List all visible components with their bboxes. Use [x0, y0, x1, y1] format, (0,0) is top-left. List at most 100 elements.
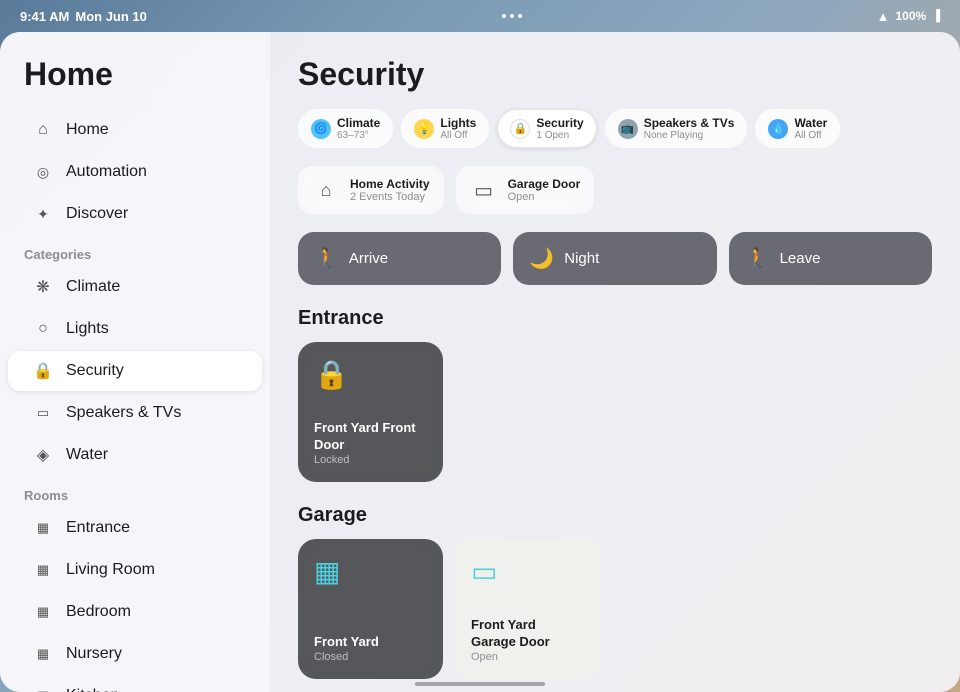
sidebar-nav-automation[interactable]: ◎ Automation: [8, 152, 262, 192]
sidebar-nav-home[interactable]: ⌂ Home: [8, 110, 262, 150]
sidebar-entrance-label: Entrance: [66, 519, 130, 537]
sidebar-speakers-label: Speakers & TVs: [66, 404, 181, 422]
garage-door-status: Open: [508, 191, 581, 203]
tab-lights[interactable]: 💡 Lights All Off: [401, 109, 489, 148]
wifi-icon: ▲: [877, 9, 890, 24]
bedroom-icon: ▦: [32, 601, 54, 623]
sidebar-nav-home-label: Home: [66, 121, 109, 139]
page-title: Security: [298, 56, 932, 93]
tab-climate-text: Climate 63–73°: [337, 116, 380, 141]
sidebar-item-speakers[interactable]: ▭ Speakers & TVs: [8, 393, 262, 433]
night-label: Night: [564, 250, 599, 267]
app-container: Home ⌂ Home ◎ Automation ✦ Discover Cate…: [0, 32, 960, 692]
sidebar: Home ⌂ Home ◎ Automation ✦ Discover Cate…: [0, 32, 270, 692]
tab-security[interactable]: 🔒 Security 1 Open: [497, 109, 596, 148]
home-indicator: [415, 682, 545, 686]
battery-icon: ▐: [932, 10, 940, 22]
garage-door-info: Front Yard Garage Door Open: [471, 617, 584, 663]
discover-icon: ✦: [32, 203, 54, 225]
sidebar-item-living-room[interactable]: ▦ Living Room: [8, 550, 262, 590]
garage-section-header: Garage: [298, 504, 932, 527]
main-content: Security 🌀 Climate 63–73° 💡 Lights All O…: [270, 32, 960, 692]
front-yard-front-door-card[interactable]: 🔒 Front Yard Front Door Locked: [298, 342, 443, 482]
sidebar-nav-automation-label: Automation: [66, 163, 147, 181]
front-door-info: Front Yard Front Door Locked: [314, 420, 427, 466]
garage-devices-grid: ▦ Front Yard Closed ▭ Front Yard Garage …: [298, 539, 932, 679]
tab-security-name: Security: [536, 116, 583, 130]
lights-icon: ○: [32, 318, 54, 340]
home-icon: ⌂: [32, 119, 54, 141]
sidebar-item-lights[interactable]: ○ Lights: [8, 309, 262, 349]
leave-icon: 🚶: [745, 246, 770, 271]
sidebar-item-climate[interactable]: ❋ Climate: [8, 267, 262, 307]
arrive-icon: 🚶: [314, 246, 339, 271]
tab-climate-name: Climate: [337, 116, 380, 130]
status-date: Mon Jun 10: [75, 9, 147, 24]
sidebar-lights-label: Lights: [66, 320, 109, 338]
garage-door-title: Garage Door: [508, 177, 581, 191]
tab-lights-icon: 💡: [414, 119, 434, 139]
nursery-icon: ▦: [32, 643, 54, 665]
home-activity-title: Home Activity: [350, 177, 430, 191]
tab-climate-status: 63–73°: [337, 130, 380, 141]
tab-lights-status: All Off: [440, 130, 476, 141]
sidebar-living-room-label: Living Room: [66, 561, 155, 579]
tab-speakers-name: Speakers & TVs: [644, 116, 735, 130]
home-activity-card[interactable]: ⌂ Home Activity 2 Events Today: [298, 166, 444, 214]
tab-speakers-text: Speakers & TVs None Playing: [644, 116, 735, 141]
home-activity-subtitle: 2 Events Today: [350, 191, 430, 203]
security-icon: 🔒: [32, 360, 54, 382]
activity-bar: ⌂ Home Activity 2 Events Today ▭ Garage …: [298, 166, 932, 214]
tab-water-status: All Off: [794, 130, 827, 141]
sidebar-kitchen-label: Kitchen: [66, 687, 119, 692]
front-door-name: Front Yard Front Door: [314, 420, 427, 454]
front-yard-closed-card[interactable]: ▦ Front Yard Closed: [298, 539, 443, 679]
sidebar-item-bedroom[interactable]: ▦ Bedroom: [8, 592, 262, 632]
sidebar-climate-label: Climate: [66, 278, 120, 296]
living-room-icon: ▦: [32, 559, 54, 581]
arrive-label: Arrive: [349, 250, 388, 267]
automation-icon: ◎: [32, 161, 54, 183]
sidebar-nav-discover[interactable]: ✦ Discover: [8, 194, 262, 234]
scenes-row: 🚶 Arrive 🌙 Night 🚶 Leave: [298, 232, 932, 285]
tab-lights-name: Lights: [440, 116, 476, 130]
battery-level: 100%: [895, 9, 926, 23]
garage-closed-icon: ▦: [314, 555, 427, 588]
tab-water-name: Water: [794, 116, 827, 130]
home-activity-text: Home Activity 2 Events Today: [350, 177, 430, 203]
sidebar-item-nursery[interactable]: ▦ Nursery: [8, 634, 262, 674]
front-yard-garage-door-card[interactable]: ▭ Front Yard Garage Door Open: [455, 539, 600, 679]
status-bar: 9:41 AM Mon Jun 10 ▲ 100% ▐: [0, 0, 960, 32]
tab-water[interactable]: 💧 Water All Off: [755, 109, 840, 148]
tab-security-status: 1 Open: [536, 130, 583, 141]
sidebar-security-label: Security: [66, 362, 124, 380]
arrive-scene-button[interactable]: 🚶 Arrive: [298, 232, 501, 285]
tab-climate-icon: 🌀: [311, 119, 331, 139]
sidebar-item-kitchen[interactable]: ▦ Kitchen: [8, 676, 262, 692]
sidebar-nursery-label: Nursery: [66, 645, 122, 663]
entrance-devices-grid: 🔒 Front Yard Front Door Locked: [298, 342, 932, 482]
tab-climate[interactable]: 🌀 Climate 63–73°: [298, 109, 393, 148]
status-dot-1: [502, 14, 506, 18]
status-dot-2: [510, 14, 514, 18]
leave-label: Leave: [780, 250, 821, 267]
front-door-status: Locked: [314, 454, 427, 466]
garage-door-activity-card[interactable]: ▭ Garage Door Open: [456, 166, 595, 214]
sidebar-item-water[interactable]: ◈ Water: [8, 435, 262, 475]
tab-speakers[interactable]: 📺 Speakers & TVs None Playing: [605, 109, 748, 148]
night-scene-button[interactable]: 🌙 Night: [513, 232, 716, 285]
categories-header: Categories: [0, 235, 270, 266]
sidebar-item-entrance[interactable]: ▦ Entrance: [8, 508, 262, 548]
climate-icon: ❋: [32, 276, 54, 298]
category-tabs: 🌀 Climate 63–73° 💡 Lights All Off 🔒 Secu…: [298, 109, 932, 148]
sidebar-bedroom-label: Bedroom: [66, 603, 131, 621]
sidebar-item-security[interactable]: 🔒 Security: [8, 351, 262, 391]
entrance-section-header: Entrance: [298, 307, 932, 330]
sidebar-nav-discover-label: Discover: [66, 205, 128, 223]
garage-door-device-icon: ▭: [471, 555, 584, 588]
front-yard-status: Closed: [314, 651, 427, 663]
speakers-icon: ▭: [32, 402, 54, 424]
tab-security-icon: 🔒: [510, 119, 530, 139]
leave-scene-button[interactable]: 🚶 Leave: [729, 232, 932, 285]
water-icon: ◈: [32, 444, 54, 466]
